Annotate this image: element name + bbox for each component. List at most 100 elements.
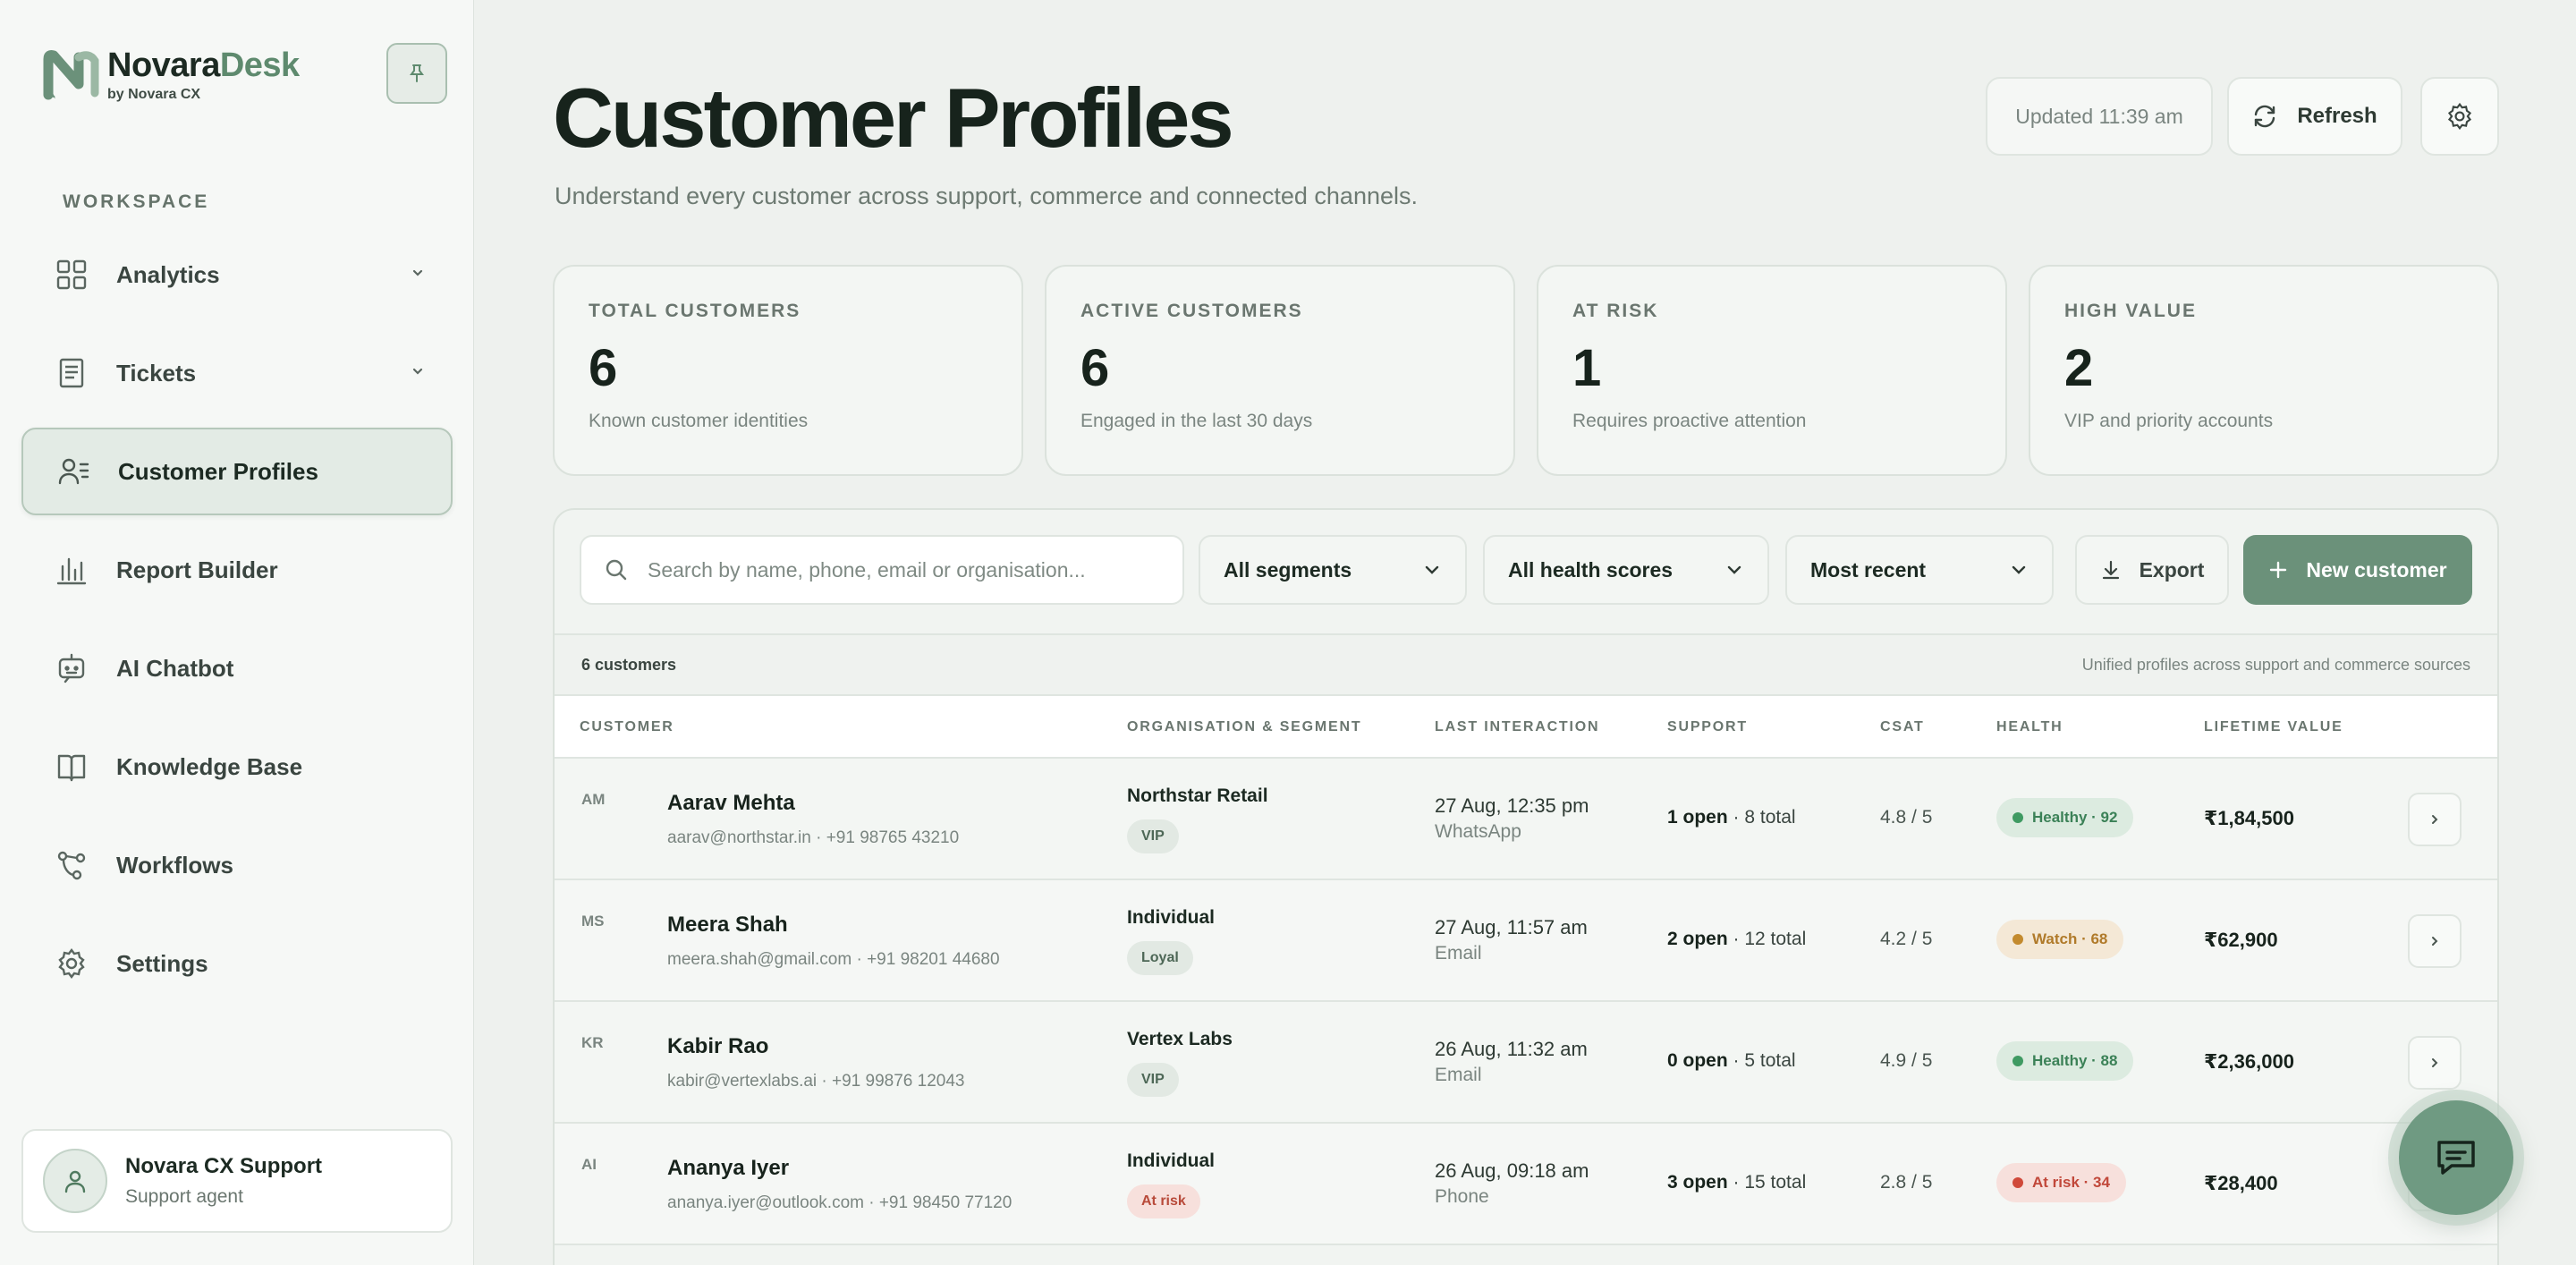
sidebar-item-label: Settings [116,949,208,977]
customer-contact: kabir@vertexlabs.ai · +91 99876 12043 [667,1072,965,1091]
sort-value: Most recent [1810,557,1927,582]
customer-name[interactable]: Ananya Iyer [667,1156,789,1181]
column-header-health[interactable]: HEALTH [1996,719,2063,735]
search-input[interactable] [648,557,1148,582]
brand[interactable]: NovaraDesk by Novara CX [43,47,300,106]
results-note: Unified profiles across support and comm… [2081,655,2470,674]
sidebar-item-report-builder[interactable]: Report Builder [21,526,453,614]
stat-label: ACTIVE CUSTOMERS [1080,301,1303,321]
open-profile-button[interactable] [2408,914,2462,968]
avatar [43,1149,107,1213]
page-settings-button[interactable] [2420,77,2499,156]
segment-badge: VIP [1127,819,1179,853]
last-interaction-channel: Email [1435,943,1482,964]
segment-badge: VIP [1127,1063,1179,1097]
document-icon [54,355,89,391]
customer-contact: ananya.iyer@outlook.com · +91 98450 7712… [667,1193,1013,1212]
sidebar-item-workflows[interactable]: Workflows [21,821,453,909]
chevron-down-icon [2012,565,2026,574]
export-button[interactable]: Export [2075,535,2229,605]
health-filter-select[interactable]: All health scores [1483,535,1769,605]
chat-bubble-icon [2437,1141,2475,1175]
sidebar-item-ai-chatbot[interactable]: AI Chatbot [21,624,453,712]
table-row[interactable]: MS Meera Shah meera.shah@gmail.com · +91… [555,880,2497,1002]
user-icon [64,1170,86,1193]
customer-name[interactable]: Aarav Mehta [667,791,795,816]
stat-label: HIGH VALUE [2064,301,2197,321]
chevron-right-icon [2432,1058,2438,1067]
export-label: Export [2139,557,2205,582]
sidebar-item-customer-profiles[interactable]: Customer Profiles [21,428,453,515]
customer-name[interactable]: Kabir Rao [667,1034,768,1059]
segment-filter-select[interactable]: All segments [1199,535,1467,605]
sidebar-item-label: Knowledge Base [116,752,303,780]
customer-count: 6 customers [581,655,677,674]
column-header-lifetime-value[interactable]: LIFETIME VALUE [2204,719,2343,735]
search-icon [606,559,627,581]
organisation: Northstar Retail [1127,785,1268,806]
sidebar-item-settings[interactable]: Settings [21,920,453,1007]
novara-logo-icon [43,47,102,106]
table-row[interactable]: KR Kabir Rao kabir@vertexlabs.ai · +91 9… [555,1002,2497,1124]
refresh-label: Refresh [2297,104,2377,128]
refresh-icon [2255,105,2275,128]
user-card[interactable]: Novara CX Support Support agent [21,1129,453,1233]
sidebar: NovaraDesk by Novara CX WORKSPACE Analyt… [0,0,474,1265]
sidebar-item-label: Report Builder [116,556,278,583]
sort-select[interactable]: Most recent [1785,535,2054,605]
column-header-last-interaction[interactable]: LAST INTERACTION [1435,719,1599,735]
health-badge: At risk · 34 [1996,1163,2126,1202]
column-header-csat[interactable]: CSAT [1880,719,1925,735]
new-customer-label: New customer [2306,557,2447,582]
support-summary: 1 open · 8 total [1667,807,1796,828]
stat-value: 2 [2064,339,2094,397]
column-header-support[interactable]: SUPPORT [1667,719,1748,735]
brand-subtitle: by Novara CX [107,87,201,102]
table-row[interactable]: AI Ananya Iyer ananya.iyer@outlook.com ·… [555,1124,2497,1245]
stat-label: AT RISK [1572,301,1659,321]
status-dot [2012,934,2023,945]
new-customer-button[interactable]: New customer [2243,535,2472,605]
open-profile-button[interactable] [2408,1036,2462,1090]
table-row[interactable]: AM Aarav Mehta aarav@northstar.in · +91 … [555,759,2497,880]
sidebar-item-tickets[interactable]: Tickets [21,329,453,417]
stat-value: 6 [589,339,618,397]
stat-card-active-customers: ACTIVE CUSTOMERS 6 Engaged in the last 3… [1045,265,1515,476]
customer-initials: KR [581,1034,604,1051]
refresh-button[interactable]: Refresh [2227,77,2402,156]
csat-score: 4.9 / 5 [1880,1050,1933,1071]
search-box[interactable] [580,535,1184,605]
page-title: Customer Profiles [553,71,1234,165]
gear-icon [2447,102,2472,131]
sidebar-item-analytics[interactable]: Analytics [21,231,453,318]
bar-chart-icon [54,552,89,588]
customers-panel: All segments All health scores Most rece… [553,508,2499,1265]
bot-icon [54,650,89,686]
results-bar: 6 customers Unified profiles across supp… [555,633,2497,696]
users-list-icon [55,454,91,489]
last-interaction-channel: WhatsApp [1435,821,1521,842]
gear-icon [54,946,89,981]
stat-description: Requires proactive attention [1572,411,1807,431]
health-badge: Healthy · 88 [1996,1041,2134,1081]
chevron-down-icon[interactable] [410,265,426,285]
grid-icon [54,257,89,293]
status-dot [2012,1056,2023,1066]
main-content: Customer Profiles Understand every custo… [474,0,2576,1265]
lifetime-value: ₹28,400 [2204,1172,2278,1194]
status-dot [2012,812,2023,823]
segment-badge: At risk [1127,1184,1200,1218]
chevron-down-icon[interactable] [410,363,426,384]
open-profile-button[interactable] [2408,793,2462,846]
pin-icon [410,64,424,82]
user-role: Support agent [125,1186,243,1207]
column-header-organisation[interactable]: ORGANISATION & SEGMENT [1127,719,1361,735]
workspace-section-label: WORKSPACE [63,191,210,212]
chat-launcher-button[interactable] [2399,1100,2513,1215]
column-header-customer[interactable]: CUSTOMER [580,719,674,735]
sidebar-item-knowledge-base[interactable]: Knowledge Base [21,723,453,811]
customer-name[interactable]: Meera Shah [667,913,788,938]
pin-sidebar-button[interactable] [386,43,447,104]
last-interaction-time: 27 Aug, 11:57 am [1435,916,1588,938]
workflow-icon [54,847,89,883]
